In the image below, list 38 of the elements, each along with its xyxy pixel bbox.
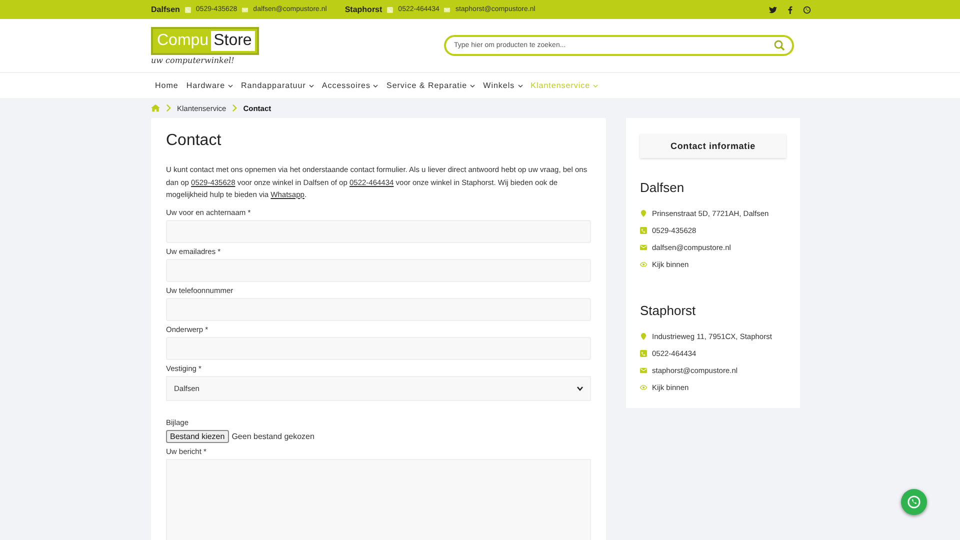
chevron-down-icon [577, 386, 583, 390]
location-pin-icon [640, 210, 647, 217]
whatsapp-icon[interactable] [803, 6, 811, 14]
nav-item[interactable]: Winkels [479, 81, 527, 90]
logo-tagline: uw computerwinkel! [151, 56, 236, 64]
nav-item[interactable]: Home [151, 81, 182, 90]
mail-icon [640, 367, 647, 374]
facebook-icon[interactable] [786, 6, 794, 14]
phone-icon [184, 6, 191, 12]
eye-icon [640, 384, 647, 391]
phone-icon [387, 6, 394, 12]
twitter-icon[interactable] [769, 6, 777, 14]
location-pin-icon [640, 333, 647, 340]
chevron-right-icon [230, 104, 240, 112]
phone-icon [640, 350, 647, 357]
logo[interactable]: Compu Store [151, 26, 259, 54]
eye-icon [640, 261, 647, 268]
store-name: Staphorst [344, 5, 382, 14]
mail-icon [242, 6, 248, 12]
home-icon[interactable] [151, 104, 160, 112]
whatsapp-button[interactable] [901, 489, 927, 515]
store-name: Dalfsen [151, 5, 180, 14]
store-name: Dalfsen [640, 180, 686, 195]
page-title: Contact [166, 132, 222, 150]
choose-file-button[interactable]: Bestand kiezen [166, 430, 229, 442]
search-icon[interactable] [774, 40, 785, 51]
sidebar-heading: Contact informatie [640, 134, 786, 158]
store-name: Staphorst [640, 303, 697, 318]
mail-icon [640, 244, 647, 251]
nav-item[interactable]: Hardware [182, 81, 238, 90]
chevron-right-icon [164, 104, 173, 112]
nav-item[interactable]: Accessoires [318, 81, 382, 90]
nav-item[interactable]: Service & Reparatie [382, 81, 480, 90]
nav-item[interactable]: Randapparatuur [237, 81, 318, 90]
file-status: Geen bestand gekozen [232, 432, 314, 440]
phone-icon [640, 227, 647, 234]
mail-icon [444, 6, 450, 12]
whatsapp-icon [907, 495, 921, 509]
